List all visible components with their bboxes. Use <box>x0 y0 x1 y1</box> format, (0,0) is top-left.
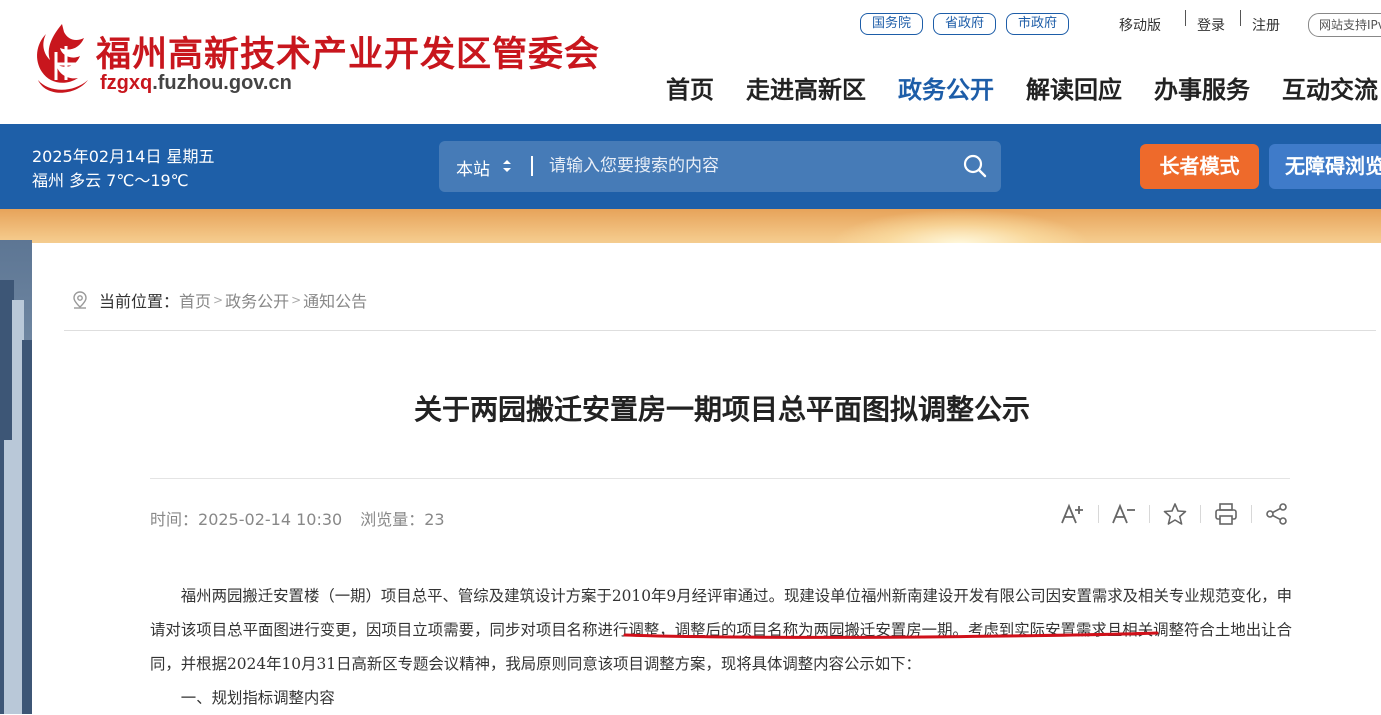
domain-suffix: .fuzhou.gov.cn <box>152 72 292 94</box>
publish-time: 2025-02-14 10:30 <box>198 510 343 529</box>
time-label: 时间： <box>150 510 199 529</box>
info-bar: 2025年02月14日 星期五 福州 多云 7℃～19℃ 本站 长者模式 无障碍… <box>0 124 1381 209</box>
article-title: 关于两园搬迁安置房一期项目总平面图拟调整公示 <box>413 393 1030 426</box>
article-tools <box>1060 501 1290 527</box>
login-link[interactable]: 登录 <box>1197 15 1225 35</box>
divider <box>1200 505 1201 523</box>
breadcrumb-separator: > <box>213 293 224 307</box>
divider <box>150 478 1290 479</box>
site-header: 福州高新技术产业开发区管委会 fzgxq.fuzhou.gov.cn 国务院 省… <box>0 0 1381 124</box>
breadcrumb-gov-affairs[interactable]: 政务公开 <box>225 288 289 312</box>
article-panel: 当前位置： 首页 > 政务公开 > 通知公告 关于两园搬迁安置房一期项目总平面图… <box>32 243 1381 714</box>
breadcrumb: 当前位置： 首页 > 政务公开 > 通知公告 <box>70 288 367 312</box>
date-weather: 2025年02月14日 星期五 福州 多云 7℃～19℃ <box>32 145 215 193</box>
site-domain: fzgxq.fuzhou.gov.cn <box>100 72 292 95</box>
current-date: 2025年02月14日 星期五 <box>32 147 215 166</box>
view-count: 23 <box>424 510 445 529</box>
views-label: 浏览量： <box>360 510 425 529</box>
site-title[interactable]: 福州高新技术产业开发区管委会 <box>96 26 600 77</box>
nav-interpretation[interactable]: 解读回应 <box>1026 70 1122 105</box>
article-body: 福州两园搬迁安置楼（一期）项目总平、管综及建筑设计方案于2010年9月经评审通过… <box>150 579 1292 715</box>
link-provincial-gov[interactable]: 省政府 <box>933 13 997 35</box>
breadcrumb-separator: > <box>291 293 302 307</box>
main-nav: 首页 走进高新区 政务公开 解读回应 办事服务 互动交流 <box>666 70 1378 105</box>
ipv6-badge: 网站支持IPv6 <box>1308 13 1381 37</box>
location-pin-icon <box>73 291 87 309</box>
divider <box>531 156 533 176</box>
divider <box>1185 10 1186 26</box>
search-scope-select[interactable]: 本站 <box>456 155 490 180</box>
mobile-link[interactable]: 移动版 <box>1119 15 1161 35</box>
breadcrumb-notices[interactable]: 通知公告 <box>303 288 367 312</box>
nav-about[interactable]: 走进高新区 <box>746 70 866 105</box>
elder-mode-button[interactable]: 长者模式 <box>1140 144 1259 189</box>
domain-prefix: fzgxq <box>100 72 153 94</box>
nav-gov-affairs[interactable]: 政务公开 <box>898 70 994 105</box>
paragraph: 一、规划指标调整内容 <box>180 689 335 707</box>
link-state-council[interactable]: 国务院 <box>860 13 924 35</box>
divider <box>64 330 1376 331</box>
site-logo-icon[interactable] <box>32 22 94 98</box>
accessibility-button[interactable]: 无障碍浏览 <box>1269 144 1381 189</box>
font-increase-icon[interactable] <box>1060 501 1086 527</box>
updown-arrow-icon[interactable] <box>502 158 512 174</box>
building <box>4 440 12 714</box>
red-annotation-underline <box>623 631 1159 639</box>
link-city-gov[interactable]: 市政府 <box>1006 13 1070 35</box>
nav-home[interactable]: 首页 <box>666 70 714 105</box>
divider <box>1149 505 1150 523</box>
search-box: 本站 <box>439 141 1001 192</box>
breadcrumb-label: 当前位置： <box>99 292 180 311</box>
divider <box>1098 505 1099 523</box>
share-icon[interactable] <box>1264 501 1290 527</box>
city-skyline-image <box>0 240 32 714</box>
nav-interaction[interactable]: 互动交流 <box>1282 70 1378 105</box>
nav-services[interactable]: 办事服务 <box>1154 70 1250 105</box>
search-input[interactable] <box>549 150 949 182</box>
weather: 福州 多云 7℃～19℃ <box>32 171 189 190</box>
divider <box>1240 10 1241 26</box>
font-decrease-icon[interactable] <box>1111 501 1137 527</box>
favorite-star-icon[interactable] <box>1162 501 1188 527</box>
print-icon[interactable] <box>1213 501 1239 527</box>
gov-links: 国务院 省政府 市政府 <box>860 13 1070 35</box>
breadcrumb-home[interactable]: 首页 <box>179 288 211 312</box>
building <box>22 340 32 714</box>
article-meta: 时间：2025-02-14 10:30 浏览量：23 <box>150 506 445 530</box>
register-link[interactable]: 注册 <box>1252 15 1280 35</box>
search-icon[interactable] <box>963 154 987 178</box>
divider <box>1251 505 1252 523</box>
